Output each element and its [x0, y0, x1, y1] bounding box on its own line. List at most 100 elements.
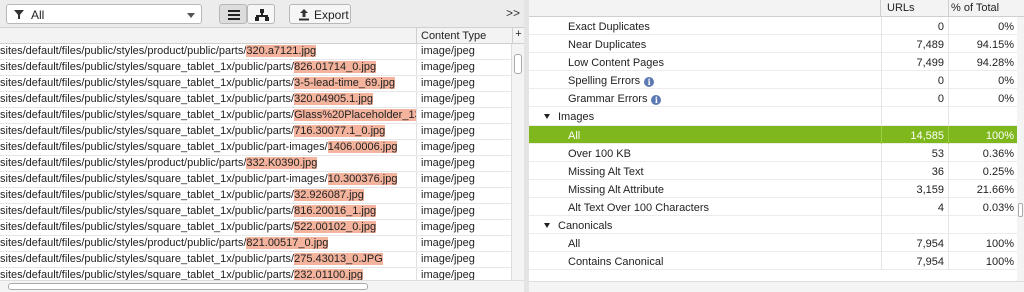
table-row[interactable]: sites/default/files/public/styles/square…	[0, 76, 511, 92]
percent-of-total: 94.15%	[976, 39, 1014, 52]
percent-of-total: 0%	[998, 21, 1014, 33]
table-row[interactable]: sites/default/files/public/styles/square…	[0, 220, 511, 236]
column-header-percent[interactable]: % of Total	[949, 0, 1017, 17]
overview-row[interactable]: Missing Alt Attribute 3,159 21.66%	[529, 179, 1017, 198]
info-icon[interactable]: i	[644, 77, 655, 88]
address-prefix: sites/default/files/public/styles/square…	[0, 269, 295, 280]
address-cell: sites/default/files/public/styles/square…	[0, 76, 417, 91]
list-view-button[interactable]	[219, 4, 247, 24]
column-header-address[interactable]	[0, 28, 417, 44]
address-filename: 522.00102_0.jpg	[294, 221, 377, 233]
url-table-header: Content Type +	[0, 28, 524, 44]
info-icon[interactable]: i	[651, 95, 662, 106]
urls-count	[881, 107, 949, 126]
address-prefix: sites/default/files/public/styles/square…	[0, 61, 295, 73]
group-row[interactable]: Canonicals	[529, 216, 1017, 235]
row-label: Canonicals	[558, 220, 612, 232]
scrollbar-thumb[interactable]	[8, 283, 368, 290]
address-cell: sites/default/files/public/styles/square…	[0, 268, 417, 280]
row-label: Alt Text Over 100 Characters	[568, 202, 709, 214]
address-cell: sites/default/files/public/styles/square…	[0, 252, 417, 267]
address-filename: 826.01714_0.jpg	[294, 61, 377, 73]
table-row[interactable]: sites/default/files/public/styles/square…	[0, 188, 511, 204]
overview-row[interactable]: All 7,954 100%	[529, 234, 1017, 253]
collapse-panel-button[interactable]: >>	[506, 6, 520, 20]
content-type-cell: image/jpeg	[421, 109, 475, 121]
percent-of-total: 100%	[985, 238, 1014, 251]
tree-view-button[interactable]	[247, 4, 275, 24]
filter-value: All	[31, 8, 45, 22]
table-row[interactable]: sites/default/files/public/styles/produc…	[0, 44, 511, 60]
address-cell: sites/default/files/public/styles/square…	[0, 140, 417, 155]
urls-count: 7,489	[881, 35, 949, 54]
address-prefix: sites/default/files/public/styles/square…	[0, 173, 328, 185]
address-prefix: sites/default/files/public/styles/square…	[0, 253, 295, 265]
horizontal-scrollbar[interactable]	[529, 281, 1024, 292]
url-table-body: sites/default/files/public/styles/produc…	[0, 44, 511, 280]
overview-row[interactable]: Near Duplicates 7,489 94.15%	[529, 35, 1017, 54]
address-prefix: sites/default/files/public/styles/square…	[0, 189, 295, 201]
address-filename: 3-5-lead-time_69.jpg	[294, 77, 395, 89]
horizontal-scrollbar[interactable]	[0, 280, 524, 292]
scrollbar-thumb[interactable]	[514, 54, 522, 74]
column-header-name[interactable]	[529, 0, 881, 17]
table-row[interactable]: sites/default/files/public/styles/square…	[0, 92, 511, 108]
column-header-urls[interactable]: URLs	[881, 0, 949, 17]
expand-triangle-icon[interactable]	[544, 114, 550, 120]
scrollbar-thumb[interactable]	[1018, 203, 1023, 217]
overview-row[interactable]: Low Content Pages 7,499 94.28%	[529, 53, 1017, 72]
urls-count: 7,954	[881, 252, 949, 271]
vertical-scrollbar[interactable]	[511, 44, 524, 280]
address-filename: 320.04905.1.jpg	[294, 93, 374, 105]
address-prefix: sites/default/files/public/styles/square…	[0, 77, 295, 89]
row-label: All	[568, 130, 580, 142]
urls-count: 0	[881, 17, 949, 35]
overview-row[interactable]: Over 100 KB 53 0.36%	[529, 143, 1017, 162]
row-label: All	[568, 238, 580, 250]
row-label: Images	[558, 111, 594, 123]
row-label-text: All	[568, 238, 581, 251]
percent-of-total	[949, 107, 1017, 125]
address-prefix: sites/default/files/public/styles/square…	[0, 93, 295, 105]
row-label-text: Grammar Errors	[568, 93, 648, 106]
add-column-button[interactable]: +	[512, 28, 524, 44]
overview-row[interactable]: Spelling Errors i 0 0%	[529, 71, 1017, 90]
overview-row[interactable]: Grammar Errors i 0 0%	[529, 89, 1017, 108]
overview-row[interactable]: Contains Canonical 7,954 100%	[529, 252, 1017, 271]
table-row[interactable]: sites/default/files/public/styles/square…	[0, 204, 511, 220]
vertical-scrollbar[interactable]	[1017, 17, 1024, 281]
toolbar: All Export >>	[0, 0, 524, 28]
overview-row[interactable]: Exact Duplicates 0 0%	[529, 17, 1017, 36]
table-row[interactable]: sites/default/files/public/styles/square…	[0, 172, 511, 188]
table-row[interactable]: sites/default/files/public/styles/square…	[0, 108, 511, 124]
address-filename: 716.30077.1_0.jpg	[294, 125, 386, 137]
expand-triangle-icon[interactable]	[544, 223, 550, 229]
content-type-cell: image/jpeg	[421, 93, 475, 105]
content-type-cell: image/jpeg	[421, 157, 475, 169]
table-row[interactable]: sites/default/files/public/styles/square…	[0, 268, 511, 280]
overview-row[interactable]: Missing Alt Text 36 0.25%	[529, 161, 1017, 180]
address-prefix: sites/default/files/public/styles/square…	[0, 205, 295, 217]
overview-row[interactable]: All 14,585 100%	[529, 125, 1017, 144]
group-row[interactable]: Images	[529, 107, 1017, 126]
table-row[interactable]: sites/default/files/public/styles/square…	[0, 252, 511, 268]
row-label-text: All	[568, 129, 581, 142]
table-row[interactable]: sites/default/files/public/styles/square…	[0, 124, 511, 140]
table-row[interactable]: sites/default/files/public/styles/produc…	[0, 236, 511, 252]
content-type-cell: image/jpeg	[421, 173, 475, 185]
export-button[interactable]: Export	[289, 4, 351, 24]
table-row[interactable]: sites/default/files/public/styles/square…	[0, 140, 511, 156]
table-row[interactable]: sites/default/files/public/styles/produc…	[0, 156, 511, 172]
percent-of-total: 0%	[998, 93, 1014, 106]
overview-row[interactable]: Alt Text Over 100 Characters 4 0.03%	[529, 197, 1017, 217]
row-label: Over 100 KB	[568, 148, 631, 160]
row-label-text: Missing Alt Text	[568, 165, 644, 178]
content-type-cell: image/jpeg	[421, 141, 475, 153]
percent-of-total: 0%	[998, 75, 1014, 88]
table-row[interactable]: sites/default/files/public/styles/square…	[0, 60, 511, 76]
row-label: Spelling Errors i	[568, 75, 655, 88]
filter-dropdown[interactable]: All	[6, 4, 202, 24]
address-prefix: sites/default/files/public/styles/square…	[0, 125, 295, 137]
percent-of-total	[949, 216, 1017, 234]
column-header-content-type[interactable]: Content Type	[421, 30, 486, 42]
